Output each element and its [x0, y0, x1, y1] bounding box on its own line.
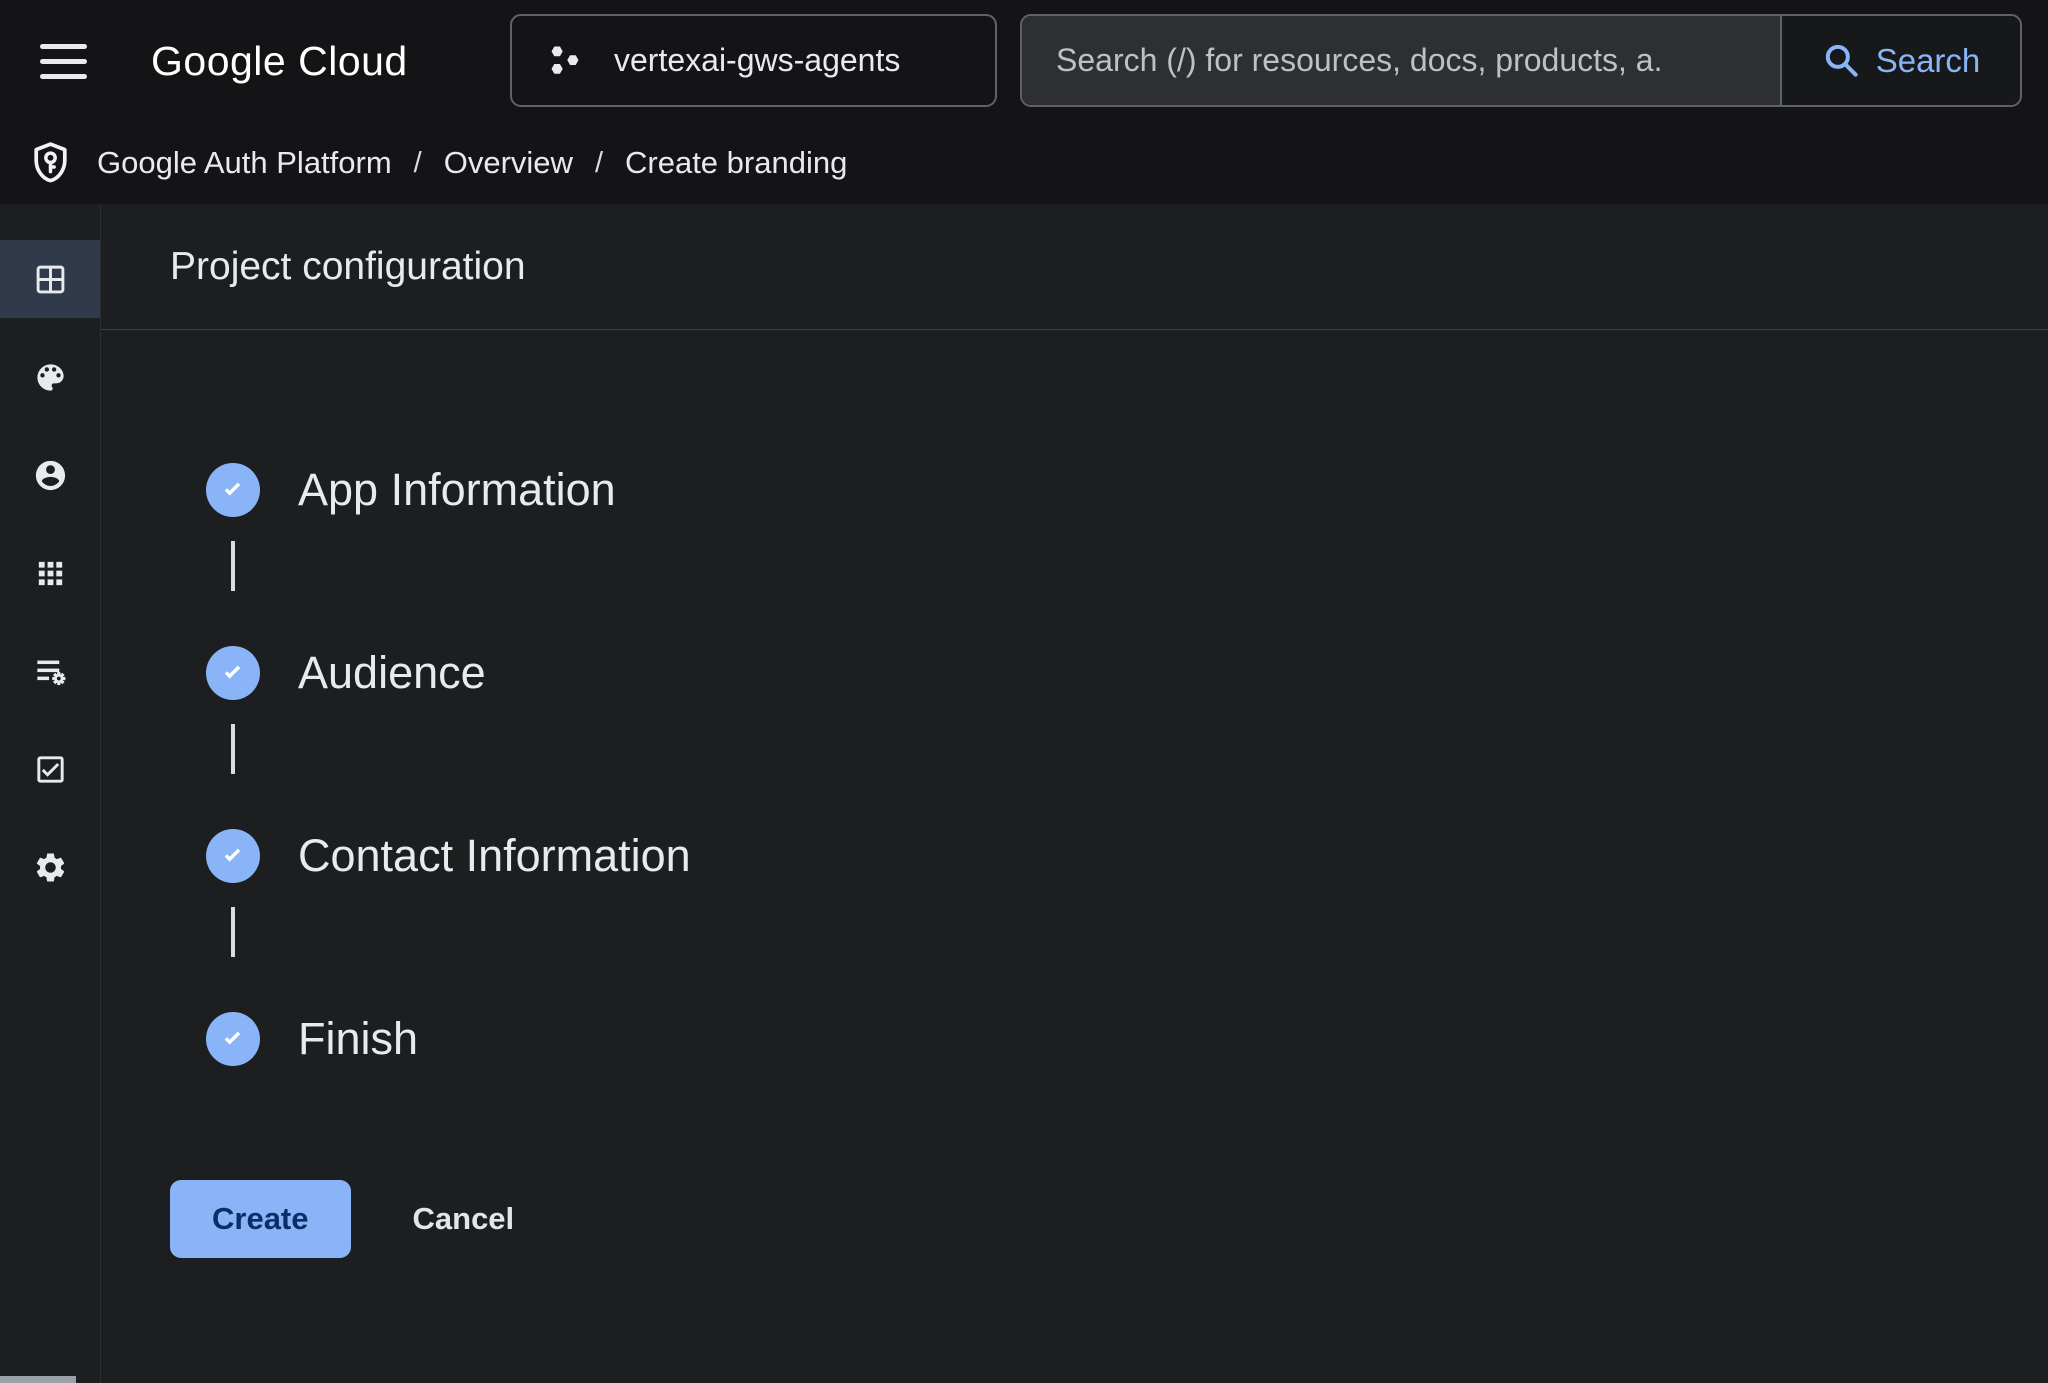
sidebar-item-branding[interactable] — [0, 338, 100, 416]
step-label: Finish — [298, 1013, 418, 1065]
auth-platform-shield-key-icon — [26, 139, 75, 188]
sidebar-item-clients[interactable] — [0, 534, 100, 612]
breadcrumb-separator: / — [414, 147, 422, 180]
sidebar-item-overview[interactable] — [0, 240, 100, 318]
step-contact-information[interactable]: Contact Information — [101, 829, 2048, 883]
search-button-label: Search — [1876, 42, 1981, 80]
breadcrumb-google-auth-platform[interactable]: Google Auth Platform — [97, 145, 392, 181]
main-content: Project configuration App Information Au… — [101, 204, 2048, 1383]
horizontal-scrollbar-thumb[interactable] — [0, 1376, 76, 1383]
breadcrumb-create-branding: Create branding — [625, 145, 847, 181]
step-connector — [101, 517, 2048, 646]
step-audience[interactable]: Audience — [101, 646, 2048, 700]
create-button[interactable]: Create — [170, 1180, 351, 1258]
hamburger-menu-icon[interactable] — [40, 44, 87, 79]
dashboard-icon — [33, 262, 68, 297]
sidebar-item-data-access[interactable] — [0, 632, 100, 710]
list-gear-icon — [33, 654, 68, 689]
project-selector[interactable]: vertexai-gws-agents — [510, 14, 997, 107]
step-label: Contact Information — [298, 830, 691, 882]
breadcrumb-overview[interactable]: Overview — [444, 145, 573, 181]
breadcrumb-separator: / — [595, 147, 603, 180]
step-completed-check-icon — [206, 646, 260, 700]
settings-gear-icon — [33, 850, 68, 885]
form-actions: Create Cancel — [101, 1180, 2048, 1258]
search-input-area[interactable] — [1022, 16, 1780, 105]
title-row: Project configuration — [101, 204, 2048, 330]
step-finish[interactable]: Finish — [101, 1012, 2048, 1066]
palette-icon — [33, 360, 68, 395]
project-selector-label: vertexai-gws-agents — [614, 42, 900, 79]
step-label: Audience — [298, 647, 486, 699]
page-title: Project configuration — [170, 245, 526, 289]
step-completed-check-icon — [206, 1012, 260, 1066]
google-cloud-console: Google Cloud vertexai-gws-agents Search — [0, 0, 2048, 1383]
step-completed-check-icon — [206, 829, 260, 883]
step-connector — [101, 700, 2048, 829]
checkbox-icon — [33, 752, 68, 787]
apps-grid-icon — [33, 556, 68, 591]
step-completed-check-icon — [206, 463, 260, 517]
sidebar-item-audience[interactable] — [0, 436, 100, 514]
google-cloud-logo: Google Cloud — [151, 38, 408, 85]
branding-stepper: App Information Audience Contact Informa… — [101, 463, 2048, 1066]
person-icon — [33, 458, 68, 493]
search-button[interactable]: Search — [1780, 16, 2020, 105]
top-bar: Google Cloud vertexai-gws-agents Search — [0, 0, 2048, 122]
search-input[interactable] — [1056, 42, 1746, 79]
search-bar: Search — [1020, 14, 2022, 107]
step-app-information[interactable]: App Information — [101, 463, 2048, 517]
sidebar-item-settings[interactable] — [0, 828, 100, 906]
search-icon — [1822, 41, 1862, 81]
sidebar-item-verification[interactable] — [0, 730, 100, 808]
cancel-button[interactable]: Cancel — [413, 1201, 515, 1237]
project-hexagons-icon — [544, 40, 586, 82]
step-label: App Information — [298, 464, 616, 516]
sidebar-nav — [0, 204, 101, 1383]
step-connector — [101, 883, 2048, 1012]
breadcrumb: Google Auth Platform / Overview / Create… — [0, 122, 2048, 204]
